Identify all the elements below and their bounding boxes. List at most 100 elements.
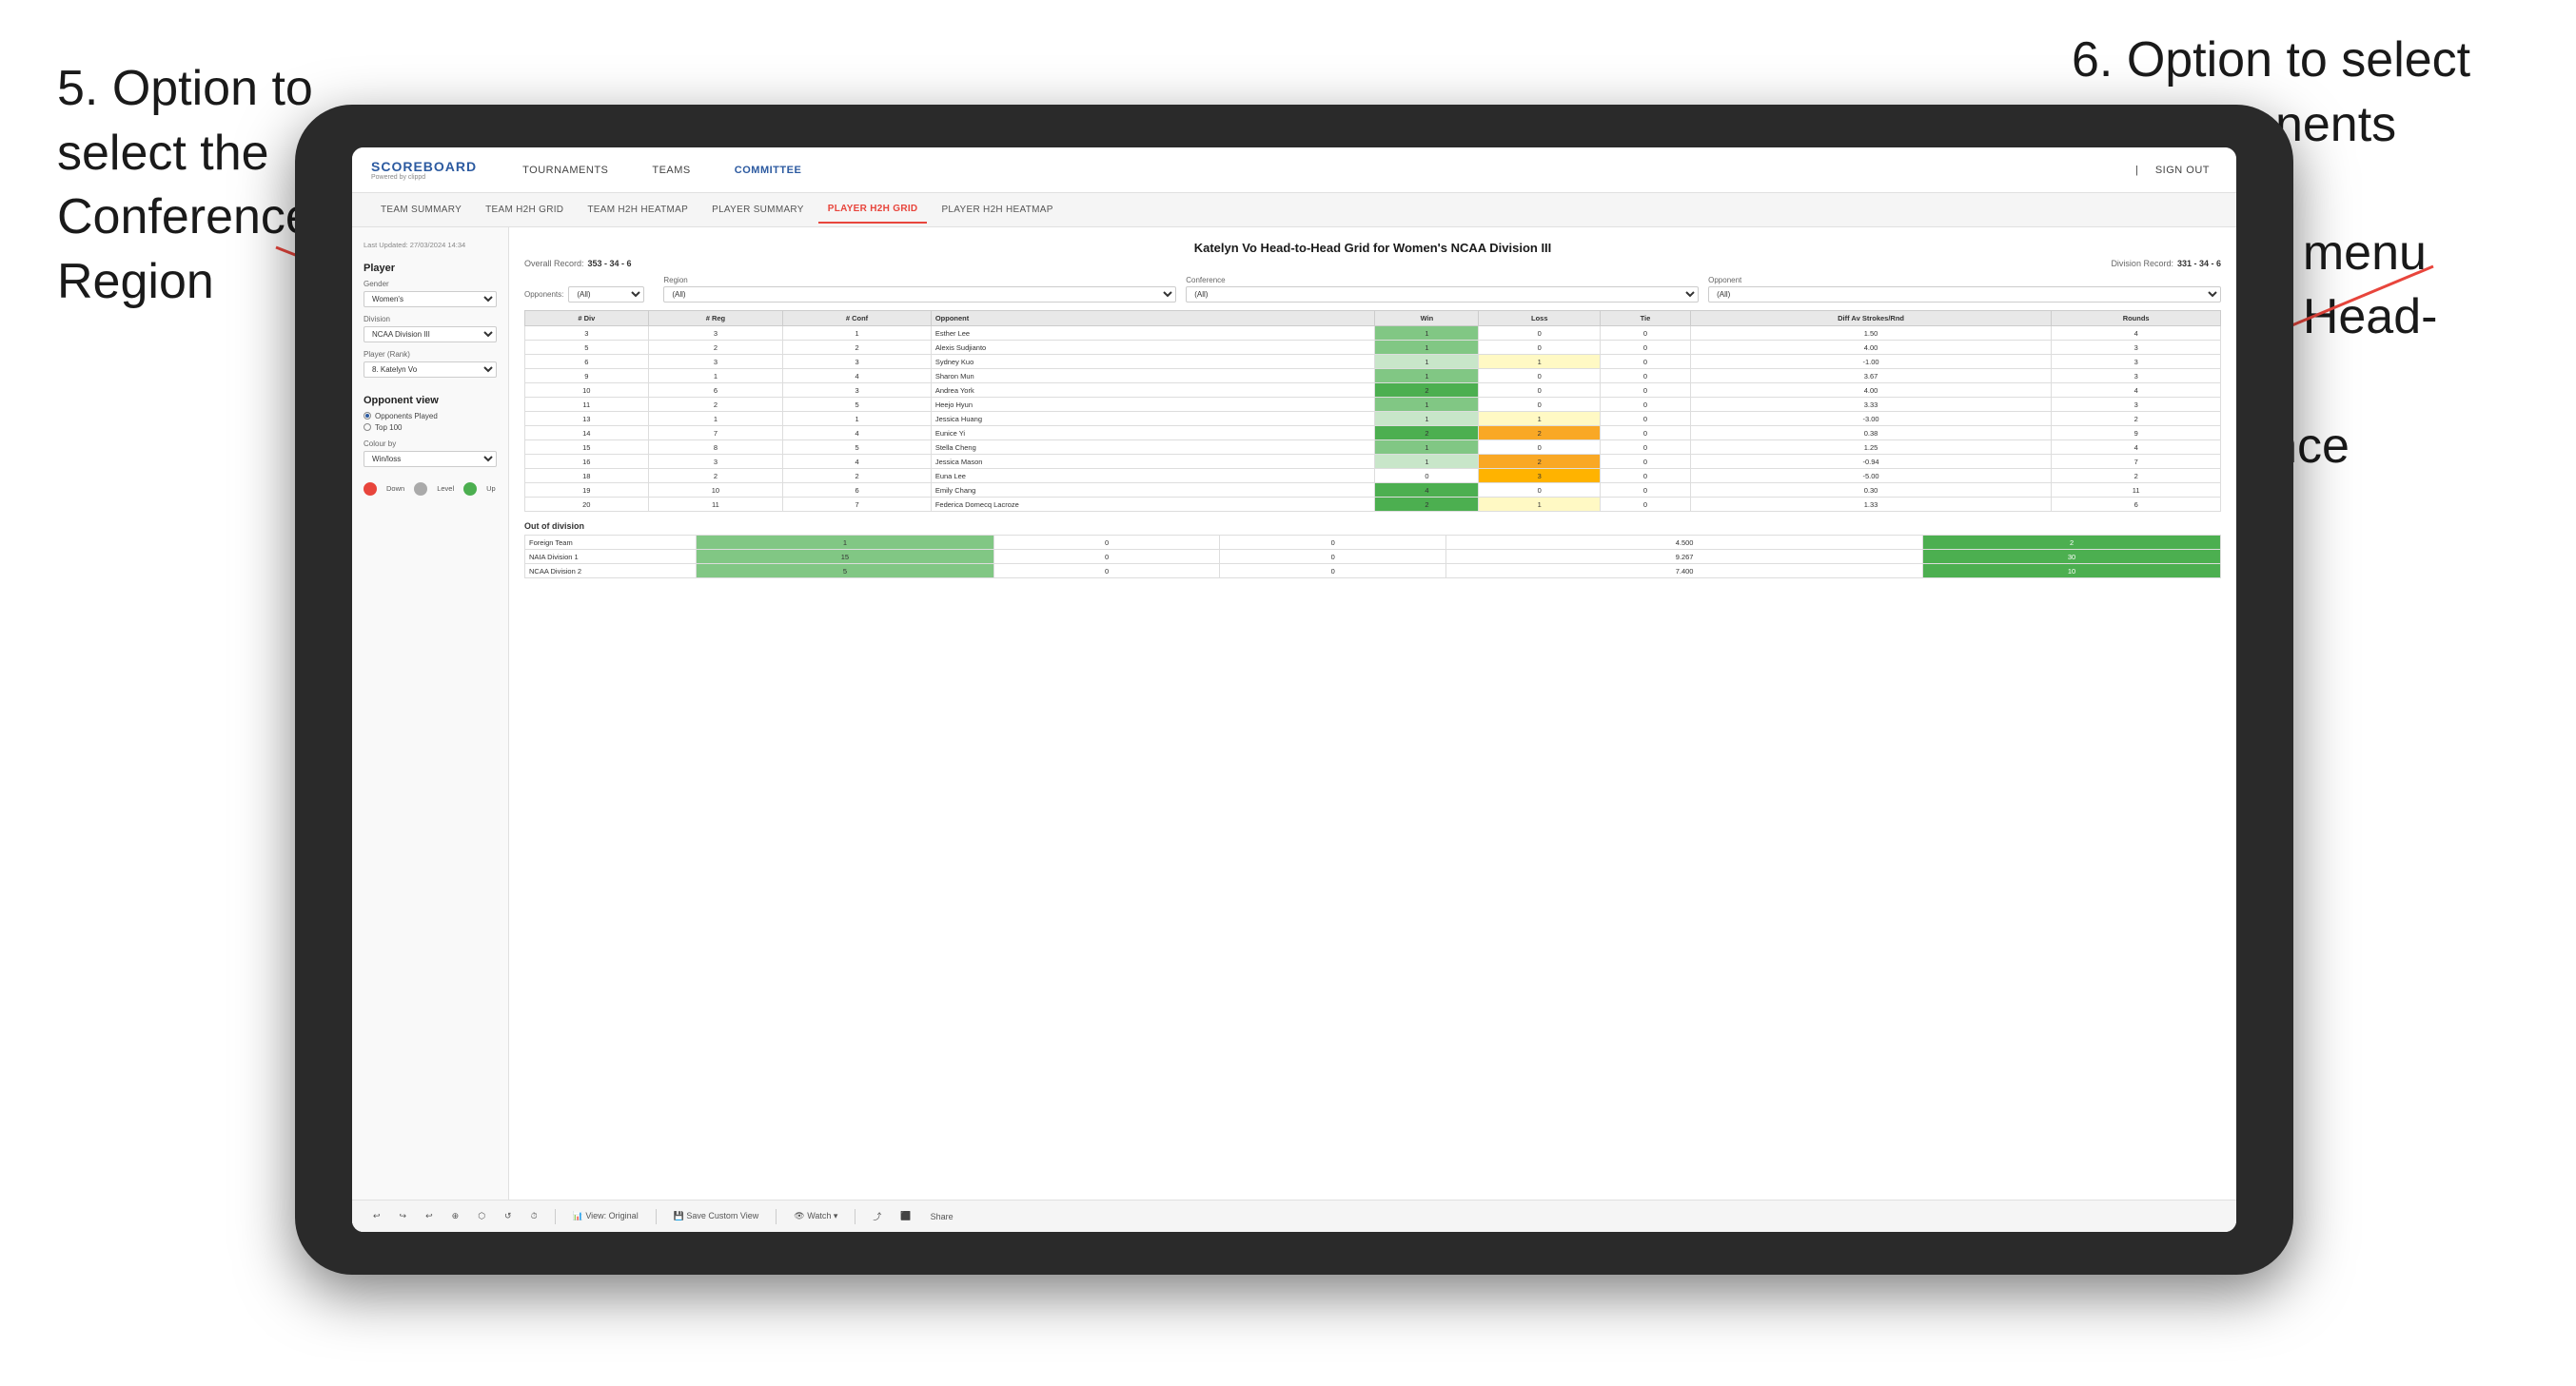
td-conf: 4 xyxy=(783,455,932,469)
td-div: 10 xyxy=(525,383,649,398)
sub-nav-player-h2h-heatmap[interactable]: PLAYER H2H HEATMAP xyxy=(932,197,1062,223)
td-opponent: Andrea York xyxy=(931,383,1375,398)
toolbar-undo[interactable]: ↩ xyxy=(367,1209,386,1223)
nav-teams[interactable]: TEAMS xyxy=(644,161,698,180)
td-opponent: Alexis Sudjianto xyxy=(931,341,1375,355)
ood-tie: 0 xyxy=(1220,536,1446,550)
td-rounds: 2 xyxy=(2052,412,2221,426)
radio-top100[interactable]: Top 100 xyxy=(364,423,497,432)
ood-tie: 0 xyxy=(1220,550,1446,564)
colour-by-select[interactable]: Win/loss xyxy=(364,451,497,467)
content-header: Katelyn Vo Head-to-Head Grid for Women's… xyxy=(524,241,2221,268)
main-content: Last Updated: 27/03/2024 14:34 Player Ge… xyxy=(352,227,2236,1232)
toolbar-embed[interactable]: ⬛ xyxy=(895,1209,916,1223)
td-rounds: 3 xyxy=(2052,369,2221,383)
toolbar-share-icon[interactable]: ⤴ xyxy=(867,1208,887,1224)
table-row: 14 7 4 Eunice Yi 2 2 0 0.38 9 xyxy=(525,426,2221,440)
td-tie: 0 xyxy=(1601,383,1691,398)
division-select[interactable]: NCAA Division III xyxy=(364,326,497,342)
player-section-title: Player xyxy=(364,263,497,274)
nav-tournaments[interactable]: TOURNAMENTS xyxy=(515,161,616,180)
toolbar-add[interactable]: ⊕ xyxy=(446,1209,465,1223)
td-div: 18 xyxy=(525,469,649,483)
toolbar-redo[interactable]: ↪ xyxy=(394,1209,413,1223)
opponent-filter-select[interactable]: (All) xyxy=(1708,286,2221,303)
th-rounds: Rounds xyxy=(2052,311,2221,326)
ood-win: 1 xyxy=(697,536,994,550)
content-title: Katelyn Vo Head-to-Head Grid for Women's… xyxy=(524,241,2221,255)
td-div: 6 xyxy=(525,355,649,369)
toolbar-sep2 xyxy=(656,1209,657,1224)
td-conf: 6 xyxy=(783,483,932,498)
opponent-view-label: Opponent view xyxy=(364,395,497,406)
region-filter-select[interactable]: (All) xyxy=(663,286,1176,303)
up-color-dot xyxy=(463,482,477,496)
sub-nav-team-h2h-grid[interactable]: TEAM H2H GRID xyxy=(476,197,573,223)
table-row: 16 3 4 Jessica Mason 1 2 0 -0.94 7 xyxy=(525,455,2221,469)
logo-sub: Powered by clippd xyxy=(371,174,477,181)
player-rank-label: Player (Rank) xyxy=(364,350,497,359)
sub-nav-team-h2h-heatmap[interactable]: TEAM H2H HEATMAP xyxy=(578,197,698,223)
td-diff: 1.50 xyxy=(1690,326,2051,341)
td-div: 5 xyxy=(525,341,649,355)
td-reg: 7 xyxy=(648,426,783,440)
gender-select[interactable]: Women's xyxy=(364,291,497,307)
sub-nav-player-summary[interactable]: PLAYER SUMMARY xyxy=(702,197,814,223)
toolbar-hex[interactable]: ⬡ xyxy=(472,1209,491,1223)
sub-nav-team-summary[interactable]: TEAM SUMMARY xyxy=(371,197,471,223)
sub-nav: TEAM SUMMARY TEAM H2H GRID TEAM H2H HEAT… xyxy=(352,193,2236,227)
td-rounds: 4 xyxy=(2052,440,2221,455)
td-reg: 3 xyxy=(648,355,783,369)
td-win: 1 xyxy=(1375,369,1479,383)
td-opponent: Euna Lee xyxy=(931,469,1375,483)
sign-out-link[interactable]: Sign out xyxy=(2148,161,2217,180)
toolbar-timer[interactable]: ⏱ xyxy=(525,1209,543,1223)
division-label: Division xyxy=(364,315,497,323)
conference-filter-select[interactable]: (All) xyxy=(1186,286,1699,303)
td-tie: 0 xyxy=(1601,355,1691,369)
ood-rounds: 10 xyxy=(1923,564,2221,578)
toolbar-view-original[interactable]: 📊 View: Original xyxy=(567,1209,644,1223)
td-rounds: 11 xyxy=(2052,483,2221,498)
division-record: Division Record: 331 - 34 - 6 xyxy=(2111,259,2221,268)
tablet-screen: SCOREBOARD Powered by clippd TOURNAMENTS… xyxy=(352,147,2236,1232)
ood-rounds: 2 xyxy=(1923,536,2221,550)
toolbar-sep1 xyxy=(555,1209,556,1224)
th-loss: Loss xyxy=(1479,311,1601,326)
table-row: 18 2 2 Euna Lee 0 3 0 -5.00 2 xyxy=(525,469,2221,483)
td-opponent: Sydney Kuo xyxy=(931,355,1375,369)
sub-nav-player-h2h-grid[interactable]: PLAYER H2H GRID xyxy=(818,196,928,224)
td-win: 4 xyxy=(1375,483,1479,498)
toolbar-save-custom-view[interactable]: 💾 Save Custom View xyxy=(668,1209,765,1223)
records-row: Overall Record: 353 - 34 - 6 Division Re… xyxy=(524,259,2221,268)
toolbar-refresh[interactable]: ↺ xyxy=(499,1209,518,1223)
td-loss: 2 xyxy=(1479,426,1601,440)
td-loss: 1 xyxy=(1479,498,1601,512)
radio-opponents-played[interactable]: Opponents Played xyxy=(364,412,497,420)
nav-right: | Sign out xyxy=(2135,161,2217,180)
level-color-dot xyxy=(414,482,427,496)
td-loss: 0 xyxy=(1479,383,1601,398)
td-diff: 3.33 xyxy=(1690,398,2051,412)
ood-name: NCAA Division 2 xyxy=(525,564,697,578)
td-rounds: 7 xyxy=(2052,455,2221,469)
colour-by-label: Colour by xyxy=(364,439,497,448)
ood-loss: 0 xyxy=(993,536,1220,550)
td-div: 3 xyxy=(525,326,649,341)
td-tie: 0 xyxy=(1601,326,1691,341)
toolbar-undo2[interactable]: ↩ xyxy=(420,1209,439,1223)
ood-rounds: 30 xyxy=(1923,550,2221,564)
down-color-dot xyxy=(364,482,377,496)
th-opponent: Opponent xyxy=(931,311,1375,326)
player-rank-select[interactable]: 8. Katelyn Vo xyxy=(364,361,497,378)
opponents-filter-select[interactable]: (All) xyxy=(568,286,644,303)
toolbar-watch[interactable]: 👁 Watch ▾ xyxy=(788,1209,843,1223)
ood-name: NAIA Division 1 xyxy=(525,550,697,564)
ood-diff: 9.267 xyxy=(1446,550,1923,564)
nav-committee[interactable]: COMMITTEE xyxy=(727,161,810,180)
td-diff: -3.00 xyxy=(1690,412,2051,426)
td-loss: 0 xyxy=(1479,398,1601,412)
toolbar-share[interactable]: Share xyxy=(925,1210,959,1223)
up-label: Up xyxy=(486,484,496,493)
table-row: 6 3 3 Sydney Kuo 1 1 0 -1.00 3 xyxy=(525,355,2221,369)
